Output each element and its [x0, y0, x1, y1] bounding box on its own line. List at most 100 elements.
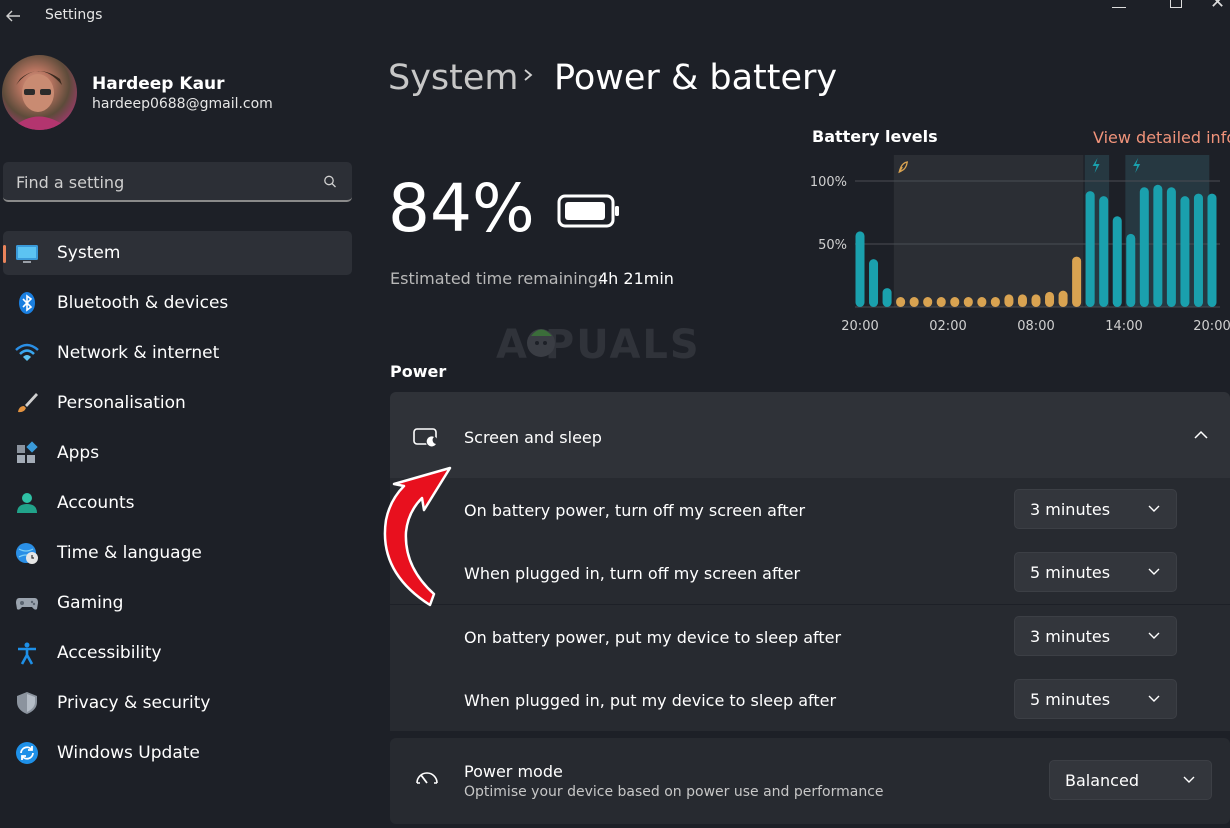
- sidebar-item-label: Accessibility: [57, 643, 162, 663]
- battery-bar: [1058, 290, 1068, 307]
- back-arrow-icon[interactable]: [4, 7, 22, 25]
- battery-bar: [1085, 191, 1095, 307]
- battery-bar: [1031, 294, 1041, 307]
- view-detailed-info-link[interactable]: View detailed info: [1093, 128, 1230, 147]
- accessibility-icon: [18, 642, 36, 665]
- screen-sleep-icon: [413, 428, 438, 448]
- battery-bar: [977, 297, 987, 307]
- battery-icon: [557, 194, 619, 228]
- breadcrumb-parent[interactable]: System: [388, 58, 519, 98]
- chevron-down-icon: [1148, 568, 1160, 575]
- shield-icon: [17, 692, 37, 714]
- battery-bar: [1017, 294, 1027, 307]
- battery-bar: [1072, 256, 1082, 307]
- screen-and-sleep-header[interactable]: Screen and sleep: [390, 392, 1230, 478]
- sidebar-item-accounts[interactable]: Accounts: [3, 481, 352, 525]
- apps-icon: [17, 441, 38, 463]
- sidebar-item-label: Windows Update: [57, 743, 200, 763]
- battery-screen-off-dropdown[interactable]: 3 minutes: [1014, 489, 1177, 529]
- update-icon: [16, 742, 38, 764]
- battery-bar: [1180, 196, 1190, 307]
- y-tick-label: 100%: [810, 175, 847, 190]
- sidebar-item-label: Personalisation: [57, 393, 186, 413]
- chevron-down-icon: [1148, 505, 1160, 512]
- chevron-down-icon: [1183, 776, 1195, 783]
- wifi-icon: [15, 343, 39, 361]
- sidebar-item-label: Apps: [57, 443, 100, 463]
- globe-clock-icon: [16, 543, 38, 564]
- sidebar-item-personalisation[interactable]: Personalisation: [3, 381, 352, 425]
- sidebar-item-accessibility[interactable]: Accessibility: [3, 631, 352, 675]
- sidebar-item-label: Gaming: [57, 593, 124, 613]
- sidebar-item-network[interactable]: Network & internet: [3, 331, 352, 375]
- gamepad-icon: [16, 598, 38, 610]
- battery-bar: [909, 297, 919, 307]
- chevron-down-icon: [1148, 632, 1160, 639]
- sidebar-item-system[interactable]: System: [3, 231, 352, 275]
- annotation-arrow: [383, 466, 452, 607]
- sidebar-item-bluetooth[interactable]: Bluetooth & devices: [3, 281, 352, 325]
- user-email: hardeep0688@gmail.com: [92, 96, 273, 112]
- battery-bar: [950, 297, 960, 307]
- user-name: Hardeep Kaur: [92, 74, 225, 94]
- maximize-button[interactable]: [1170, 0, 1182, 8]
- power-section-label: Power: [390, 362, 447, 381]
- search-icon[interactable]: [322, 174, 338, 190]
- x-tick-label: 08:00: [1017, 319, 1054, 334]
- dropdown-value: 5 minutes: [1030, 690, 1111, 709]
- sidebar-item-label: Time & language: [57, 543, 202, 563]
- battery-bar: [882, 288, 892, 307]
- chevron-up-icon[interactable]: [1194, 430, 1208, 440]
- page-title: Power & battery: [554, 58, 838, 98]
- svg-text:A PUALS: A PUALS: [496, 322, 701, 368]
- sidebar-item-privacy[interactable]: Privacy & security: [3, 681, 352, 725]
- active-indicator: [3, 245, 6, 263]
- power-mode-title: Power mode: [464, 762, 563, 781]
- plugged-sleep-dropdown[interactable]: 5 minutes: [1014, 679, 1177, 719]
- brush-icon: [18, 393, 38, 413]
- saver-period-band: [893, 155, 1084, 307]
- dropdown-value: 5 minutes: [1030, 563, 1111, 582]
- battery-bar: [1112, 216, 1122, 307]
- chart-title: Battery levels: [812, 127, 938, 146]
- search-input[interactable]: Find a setting: [3, 162, 352, 202]
- sidebar-item-label: System: [57, 243, 121, 263]
- avatar[interactable]: [2, 55, 77, 130]
- estimated-time-label: Estimated time remaining:: [390, 269, 604, 288]
- person-icon: [17, 493, 37, 513]
- sidebar-item-apps[interactable]: Apps: [3, 431, 352, 475]
- sidebar-item-label: Bluetooth & devices: [57, 293, 229, 313]
- power-mode-dropdown[interactable]: Balanced: [1049, 760, 1212, 800]
- dropdown-value: 3 minutes: [1030, 627, 1111, 646]
- battery-sleep-dropdown[interactable]: 3 minutes: [1014, 616, 1177, 656]
- chevron-down-icon: [1148, 695, 1160, 702]
- setting-label: When plugged in, put my device to sleep …: [464, 691, 837, 710]
- app-title: Settings: [45, 7, 103, 23]
- battery-bar: [855, 231, 865, 307]
- battery-bar: [963, 297, 973, 307]
- battery-bar: [1099, 196, 1109, 307]
- battery-bar: [923, 297, 933, 307]
- battery-bar: [990, 297, 1000, 307]
- sidebar-item-windows-update[interactable]: Windows Update: [3, 731, 352, 775]
- close-button[interactable]: ✕: [1210, 0, 1225, 13]
- setting-label: When plugged in, turn off my screen afte…: [464, 564, 801, 583]
- battery-percentage: 84%: [388, 170, 535, 247]
- battery-bar: [1126, 233, 1136, 307]
- sidebar-item-time-language[interactable]: Time & language: [3, 531, 352, 575]
- chevron-right-icon: [524, 69, 533, 81]
- screen-and-sleep-title: Screen and sleep: [464, 428, 602, 447]
- y-tick-label: 50%: [818, 238, 847, 253]
- minimize-button[interactable]: [1112, 0, 1126, 8]
- sidebar-item-gaming[interactable]: Gaming: [3, 581, 352, 625]
- battery-bar: [896, 297, 906, 307]
- power-mode-subtitle: Optimise your device based on power use …: [464, 784, 884, 800]
- setting-label: On battery power, put my device to sleep…: [464, 628, 842, 647]
- battery-bar: [1207, 193, 1217, 307]
- battery-bar: [1153, 184, 1163, 307]
- plugged-screen-off-dropdown[interactable]: 5 minutes: [1014, 552, 1177, 592]
- battery-bar: [1139, 187, 1149, 307]
- battery-levels-chart: 100% 50% 20:00 02:00 08:00 14:00 20:00: [810, 155, 1230, 334]
- x-tick-label: 02:00: [929, 319, 966, 334]
- x-tick-label: 20:00: [841, 319, 878, 334]
